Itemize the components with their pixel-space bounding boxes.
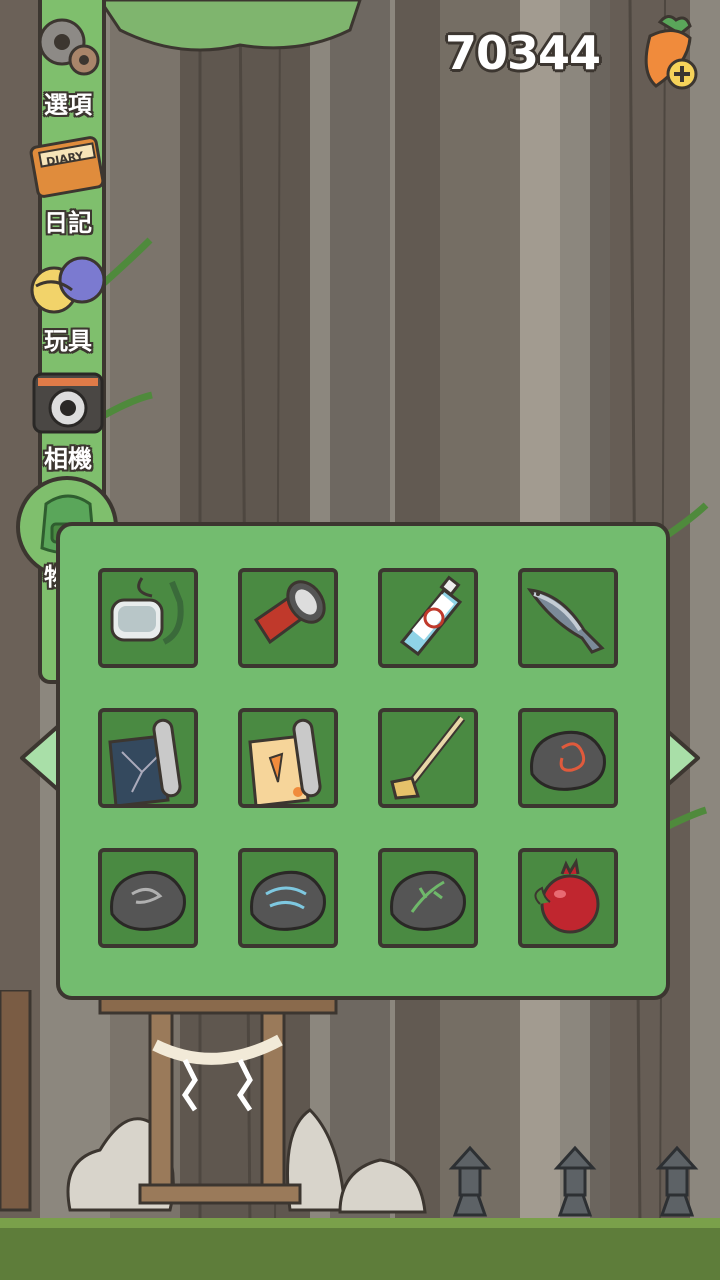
inventory-slot-bug-spray[interactable] bbox=[378, 568, 478, 668]
inventory-slot-fire-stone[interactable] bbox=[518, 708, 618, 808]
snorkel-mask-icon bbox=[110, 577, 184, 645]
inventory-slot-flashlight[interactable] bbox=[238, 568, 338, 668]
inventory-slot-dark-map[interactable] bbox=[98, 708, 198, 808]
menu-label-camera: 相機 bbox=[44, 445, 92, 473]
inventory-slot-snorkel[interactable] bbox=[98, 568, 198, 668]
fish-icon bbox=[526, 588, 605, 654]
inventory-slot-hoe[interactable] bbox=[378, 708, 478, 808]
menu-label-diary: 日記 bbox=[44, 209, 92, 237]
inventory-slot-carrot-map[interactable] bbox=[238, 708, 338, 808]
fire-stone-icon bbox=[530, 730, 606, 791]
hoe-icon bbox=[390, 715, 466, 800]
shrine-scene bbox=[0, 990, 699, 1217]
menu-label-toys: 玩具 bbox=[44, 327, 92, 355]
toy-balls-icon bbox=[30, 256, 106, 314]
leaf-stone-icon bbox=[390, 870, 466, 931]
carrot-map-scroll-icon bbox=[248, 718, 322, 804]
menu-item-camera[interactable]: 相機 bbox=[20, 364, 116, 474]
menu-item-diary[interactable]: DIARY 日記 bbox=[20, 128, 116, 238]
cloud-stone-icon bbox=[110, 870, 186, 931]
carrot-plus-icon[interactable] bbox=[630, 12, 706, 96]
flashlight-icon bbox=[253, 580, 326, 645]
wind-stone-icon bbox=[250, 870, 326, 931]
carrot-count: 70344 bbox=[444, 26, 601, 80]
menu-item-options[interactable]: 選項 bbox=[20, 10, 116, 120]
gear-icon bbox=[38, 18, 100, 76]
bug-spray-icon bbox=[399, 575, 463, 657]
inventory-slot-leaf-stone[interactable] bbox=[378, 848, 478, 948]
inventory-slot-wind-stone[interactable] bbox=[238, 848, 338, 948]
inventory-slot-pomegranate[interactable] bbox=[518, 848, 618, 948]
dark-map-scroll-icon bbox=[108, 718, 182, 804]
inventory-panel bbox=[56, 522, 670, 1000]
menu-label-options: 選項 bbox=[44, 91, 92, 119]
pomegranate-icon bbox=[534, 857, 600, 934]
inventory-slot-cloud-stone[interactable] bbox=[98, 848, 198, 948]
inventory-slot-fish[interactable] bbox=[518, 568, 618, 668]
diary-icon: DIARY bbox=[29, 136, 105, 198]
camera-icon bbox=[32, 372, 104, 434]
menu-item-toys[interactable]: 玩具 bbox=[20, 246, 116, 356]
